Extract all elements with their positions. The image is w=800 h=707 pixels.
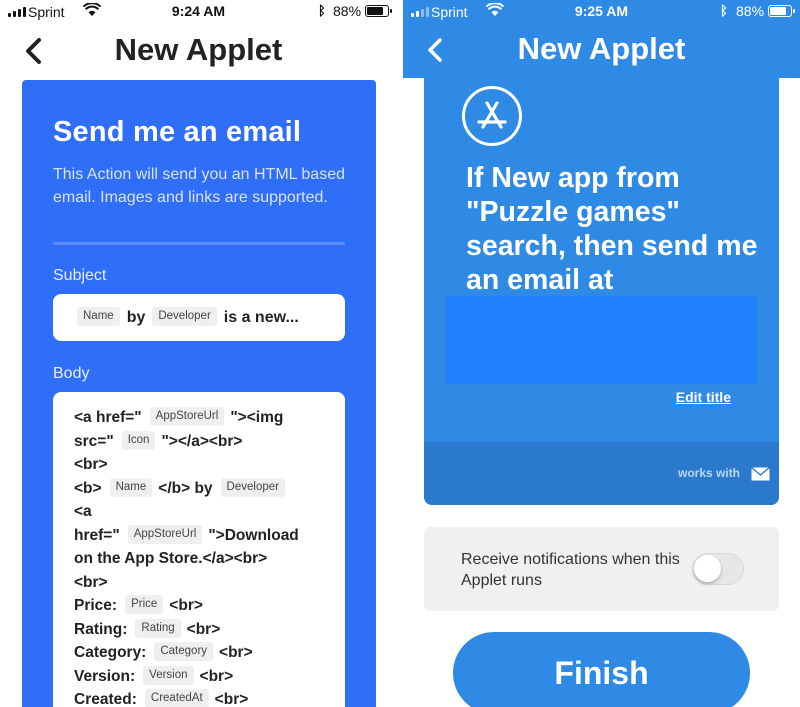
finish-button[interactable]: Finish <box>453 632 750 707</box>
body-text: Price: <box>74 597 118 614</box>
bluetooth-icon: ᛒ <box>318 3 326 18</box>
action-card: Send me an email This Action will send y… <box>22 80 376 707</box>
body-text: </b> by <box>158 479 213 497</box>
ingredient-tag[interactable]: Rating <box>135 618 181 638</box>
body-line: Created: CreatedAt <br> <box>74 688 333 707</box>
body-text: <b> <box>74 479 102 497</box>
works-with-bar: works with <box>424 442 779 505</box>
body-line: <br> <box>74 573 108 591</box>
body-line: Category: Category <br> <box>74 641 333 665</box>
ingredient-tag[interactable]: Category <box>154 642 214 662</box>
action-title: Send me an email <box>53 116 302 148</box>
action-description: This Action will send you an HTML based … <box>53 166 345 206</box>
left-screen: Sprint 9:24 AM ᛒ 88% New Applet Send me … <box>0 0 397 707</box>
body-line: <a <box>74 503 92 520</box>
ingredient-tag[interactable]: Name <box>77 307 120 326</box>
body-text: <br> <box>169 597 203 614</box>
body-line: href=" AppStoreUrl ">Download <box>74 524 333 548</box>
nav-bar: New Applet <box>0 24 397 78</box>
notification-toggle[interactable] <box>692 553 744 585</box>
body-text: <br> <box>199 667 234 685</box>
applet-card: If New app from "Puzzle games" search, t… <box>424 78 779 505</box>
body-text: Created: <box>74 691 137 707</box>
body-text: <br> <box>214 691 249 707</box>
battery-percent: 88% <box>333 3 362 19</box>
battery-percent: 88% <box>736 3 765 19</box>
body-text: href=" <box>74 526 120 544</box>
divider <box>53 242 345 245</box>
body-text: "><img <box>230 409 284 426</box>
subject-field[interactable]: Name by Developer is a new... <box>53 294 345 341</box>
edit-title-link[interactable]: Edit title <box>676 389 731 405</box>
body-text: Version: <box>74 667 136 685</box>
body-text: src=" <box>74 432 114 450</box>
body-text: Category: <box>74 644 147 661</box>
body-line: Price: Price <br> <box>74 594 333 618</box>
status-bar: Sprint 9:24 AM ᛒ 88% <box>0 0 397 24</box>
ingredient-tag[interactable]: Developer <box>152 307 217 326</box>
body-line: <br> <box>74 456 108 473</box>
ingredient-tag[interactable]: AppStoreUrl <box>149 407 225 427</box>
ingredient-tag[interactable]: AppStoreUrl <box>127 524 203 544</box>
redacted-email <box>446 296 757 384</box>
ingredient-tag[interactable]: Name <box>109 477 153 497</box>
ingredient-tag[interactable]: CreatedAt <box>144 689 209 707</box>
header-bar: Sprint 9:25 AM ᛒ 88% New Applet <box>403 0 800 78</box>
body-text: <br> <box>186 620 221 638</box>
battery-icon <box>768 5 795 17</box>
page-title: New Applet <box>517 31 686 66</box>
ingredient-tag[interactable]: Developer <box>220 477 285 497</box>
body-text: <a href=" <box>74 409 142 426</box>
body-line: Version: Version <br> <box>74 665 333 689</box>
status-bar: Sprint 9:25 AM ᛒ 88% <box>403 0 800 24</box>
body-field[interactable]: <a href=" AppStoreUrl "><img src=" Icon "></… <box>53 392 345 707</box>
body-text: <br> <box>219 644 253 661</box>
body-text: Rating: <box>74 620 128 638</box>
ingredient-tag[interactable]: Price <box>125 595 164 615</box>
ingredient-tag[interactable]: Version <box>143 665 194 685</box>
bluetooth-icon: ᛒ <box>720 3 728 18</box>
ingredient-tag[interactable]: Icon <box>121 430 156 450</box>
applet-title: If New app from "Puzzle games" search, t… <box>466 162 758 296</box>
notification-label: Receive notifications when this Applet r… <box>461 551 680 589</box>
toggle-knob <box>694 555 721 582</box>
subject-text: is a new... <box>223 308 299 326</box>
body-line: <a href=" AppStoreUrl "><img <box>74 406 333 430</box>
subject-label: Subject <box>53 267 107 284</box>
body-line: <b> Name </b> by Developer <box>74 477 333 501</box>
body-label: Body <box>53 365 90 382</box>
mail-icon <box>751 467 770 481</box>
app-store-icon <box>462 86 522 146</box>
battery-icon <box>365 5 392 17</box>
works-with-label: works with <box>677 466 740 480</box>
body-line: src=" Icon "></a><br> <box>74 430 333 454</box>
body-text: ">Download <box>208 526 299 544</box>
body-line: Rating: Rating <br> <box>74 618 333 642</box>
subject-text: by <box>126 308 146 326</box>
page-title: New Applet <box>114 32 283 67</box>
notification-setting: Receive notifications when this Applet r… <box>424 527 779 611</box>
right-screen: Sprint 9:25 AM ᛒ 88% New Applet If New a… <box>403 0 800 707</box>
body-text: "></a><br> <box>161 432 243 450</box>
body-line: on the App Store.</a><br> <box>74 550 268 567</box>
